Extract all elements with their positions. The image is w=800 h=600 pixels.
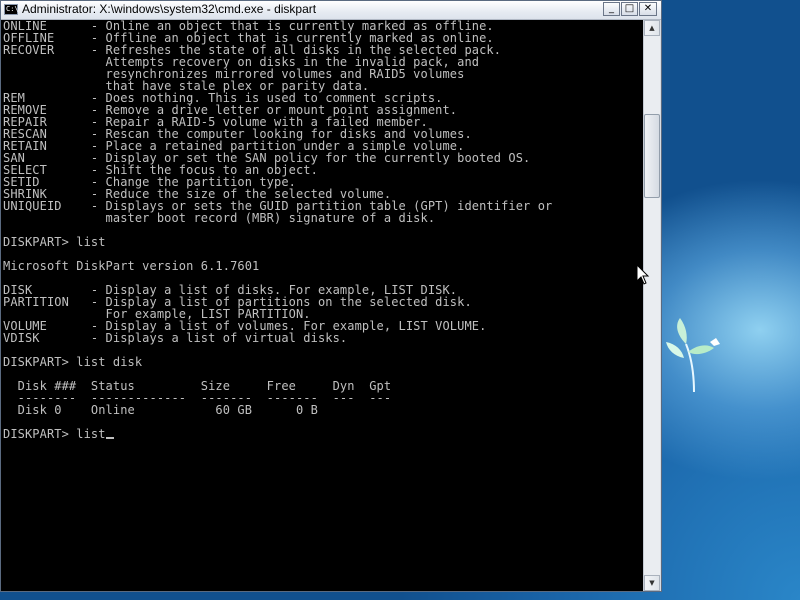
plant-graphic bbox=[666, 318, 720, 393]
scroll-up-arrow-icon[interactable]: ▲ bbox=[644, 20, 660, 36]
console-prompt-line[interactable]: DISKPART> list bbox=[1, 428, 643, 440]
console-text: ONLINE - Online an object that is curren… bbox=[1, 20, 643, 428]
maximize-button[interactable]: □ bbox=[621, 2, 638, 16]
window-controls: _ □ ✕ bbox=[603, 2, 657, 17]
text-cursor bbox=[105, 437, 114, 439]
scroll-thumb[interactable] bbox=[644, 114, 660, 198]
console-line: VDISK - Displays a list of virtual disks… bbox=[3, 331, 348, 345]
console-input[interactable]: list bbox=[76, 427, 105, 441]
cmd-window: C:\ Administrator: X:\windows\system32\c… bbox=[0, 0, 662, 592]
mouse-pointer-icon bbox=[636, 264, 650, 285]
vertical-scrollbar[interactable]: ▲ ▼ bbox=[643, 20, 660, 591]
title-bar[interactable]: C:\ Administrator: X:\windows\system32\c… bbox=[1, 1, 661, 20]
cmd-icon: C:\ bbox=[4, 4, 19, 15]
console-line: Disk 0 Online 60 GB 0 B bbox=[3, 403, 318, 417]
minimize-button[interactable]: _ bbox=[603, 2, 620, 16]
close-button[interactable]: ✕ bbox=[639, 2, 657, 16]
console-line: Microsoft DiskPart version 6.1.7601 bbox=[3, 259, 260, 273]
console-line: DISKPART> list bbox=[3, 235, 106, 249]
scroll-down-arrow-icon[interactable]: ▼ bbox=[644, 575, 660, 591]
console-line: DISKPART> list disk bbox=[3, 355, 143, 369]
window-title: Administrator: X:\windows\system32\cmd.e… bbox=[22, 2, 317, 16]
console-line: master boot record (MBR) signature of a … bbox=[3, 211, 436, 225]
console-prompt: DISKPART> bbox=[3, 427, 77, 441]
console-output[interactable]: ONLINE - Online an object that is curren… bbox=[1, 20, 643, 591]
